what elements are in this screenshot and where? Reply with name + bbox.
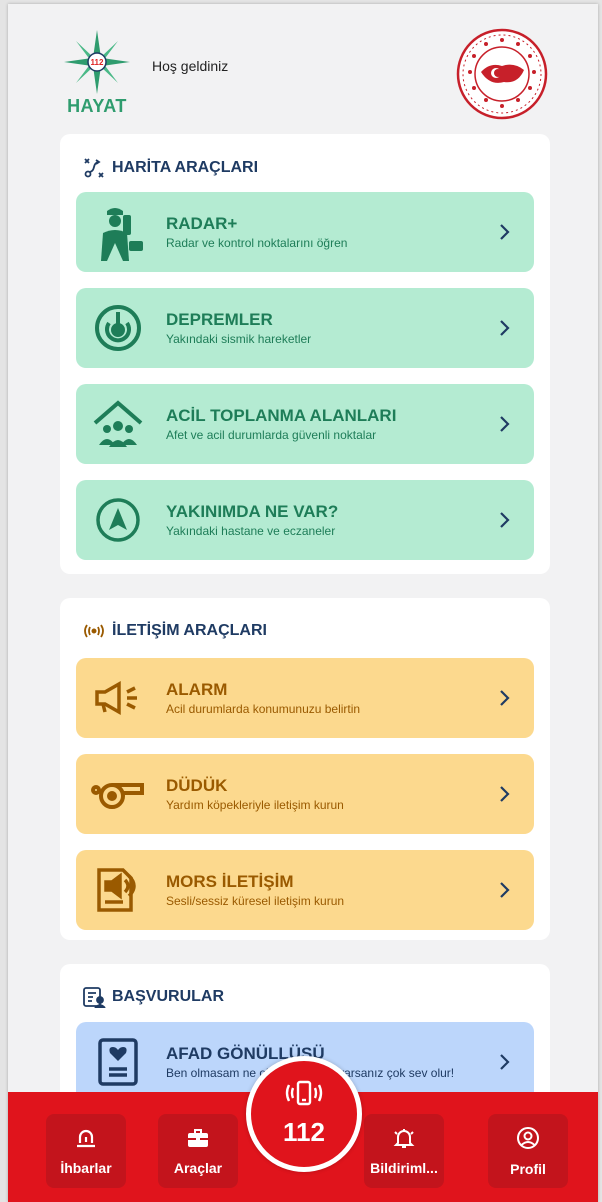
radar-subtitle: Radar ve kontrol noktalarını öğren — [166, 236, 348, 250]
chevron-right-icon — [490, 1053, 520, 1071]
map-tools-section: HARİTA ARAÇLARI RADAR+ Radar ve kontrol … — [60, 134, 550, 574]
welcome-text: Hoş geldiniz — [152, 58, 229, 74]
nav-tools-label: Araçlar — [173, 1159, 223, 1176]
chevron-right-icon — [490, 881, 520, 899]
hayat-logo: 112 HAYAT — [64, 30, 144, 122]
phone-vibrate-icon — [284, 1080, 324, 1115]
volunteer-icon — [88, 1032, 148, 1092]
comm-tools-title: İLETİŞİM ARAÇLARI — [82, 622, 267, 640]
emergency-112-label: 112 — [283, 1117, 325, 1147]
nav-profile[interactable]: Profil — [488, 1114, 568, 1188]
gathering-area-icon — [88, 394, 148, 454]
alarm-card[interactable]: ALARM Acil durumlarda konumunuzu belirti… — [76, 658, 534, 738]
application-form-icon — [82, 986, 106, 1008]
whistle-card[interactable]: DÜDÜK Yardım köpekleriyle iletişim kurun — [76, 754, 534, 834]
morse-icon — [88, 860, 148, 920]
map-tools-title: HARİTA ARAÇLARI — [82, 156, 258, 180]
nav-tools[interactable]: Araçlar — [158, 1114, 238, 1188]
whistle-icon — [88, 764, 148, 824]
whistle-subtitle: Yardım köpekleriyle iletişim kurun — [166, 798, 344, 812]
profile-icon — [516, 1126, 540, 1153]
chevron-right-icon — [490, 689, 520, 707]
nav-profile-label: Profil — [510, 1160, 546, 1177]
nearby-subtitle: Yakındaki hastane ve eczaneler — [166, 524, 336, 538]
megaphone-icon — [88, 668, 148, 728]
bell-icon — [392, 1127, 416, 1152]
app-screen: 112 HAYAT Hoş geldiniz HARİTA ARAÇLARI R… — [8, 4, 598, 1202]
nav-reports[interactable]: İhbarlar — [46, 1114, 126, 1188]
police-radar-icon — [88, 202, 148, 262]
chevron-right-icon — [490, 415, 520, 433]
morse-subtitle: Sesli/sessiz küresel iletişim kurun — [166, 894, 345, 908]
nearby-card[interactable]: YAKINIMDA NE VAR? Yakındaki hastane ve e… — [76, 480, 534, 560]
alarm-title: ALARM — [166, 680, 228, 699]
ministry-seal-icon — [456, 28, 548, 120]
toolbox-icon — [186, 1127, 210, 1152]
nearby-title: YAKINIMDA NE VAR? — [166, 502, 339, 521]
gathering-areas-subtitle: Afet ve acil durumlarda güvenli noktalar — [166, 428, 377, 442]
applications-title: BAŞVURULAR — [82, 986, 224, 1008]
emergency-112-button[interactable]: 112 — [246, 1056, 362, 1172]
whistle-title: DÜDÜK — [166, 776, 228, 795]
morse-title: MORS İLETİŞİM — [166, 872, 294, 891]
chevron-right-icon — [490, 223, 520, 241]
map-tools-title-text: HARİTA ARAÇLARI — [112, 159, 259, 176]
report-icon — [75, 1127, 97, 1152]
nav-notifications[interactable]: Bildiriml... — [364, 1114, 444, 1188]
navigation-icon — [88, 490, 148, 550]
gathering-areas-card[interactable]: ACİL TOPLANMA ALANLARI Afet ve acil duru… — [76, 384, 534, 464]
seismic-icon — [88, 298, 148, 358]
radar-card[interactable]: RADAR+ Radar ve kontrol noktalarını öğre… — [76, 192, 534, 272]
compass-star-icon: 112 — [64, 30, 130, 94]
chevron-right-icon — [490, 511, 520, 529]
earthquakes-card[interactable]: DEPREMLER Yakındaki sismik hareketler — [76, 288, 534, 368]
radar-title: RADAR+ — [166, 214, 238, 233]
route-map-icon — [82, 156, 106, 180]
nav-notifications-label: Bildiriml... — [370, 1159, 438, 1176]
comm-tools-title-text: İLETİŞİM ARAÇLARI — [112, 622, 267, 639]
earthquakes-subtitle: Yakındaki sismik hareketler — [166, 332, 312, 346]
alarm-subtitle: Acil durumlarda konumunuzu belirtin — [166, 702, 361, 716]
nav-reports-label: İhbarlar — [60, 1159, 112, 1176]
logo-text: HAYAT — [67, 96, 127, 116]
gathering-areas-title: ACİL TOPLANMA ALANLARI — [166, 406, 397, 425]
morse-card[interactable]: MORS İLETİŞİM Sesli/sessiz küresel ileti… — [76, 850, 534, 930]
applications-title-text: BAŞVURULAR — [112, 988, 224, 1005]
header: 112 HAYAT Hoş geldiniz — [8, 4, 598, 132]
svg-text:112: 112 — [91, 58, 104, 67]
comm-tools-section: İLETİŞİM ARAÇLARI ALARM Acil durumlarda … — [60, 598, 550, 940]
broadcast-icon — [82, 623, 106, 639]
chevron-right-icon — [490, 785, 520, 803]
chevron-right-icon — [490, 319, 520, 337]
earthquakes-title: DEPREMLER — [166, 310, 273, 329]
